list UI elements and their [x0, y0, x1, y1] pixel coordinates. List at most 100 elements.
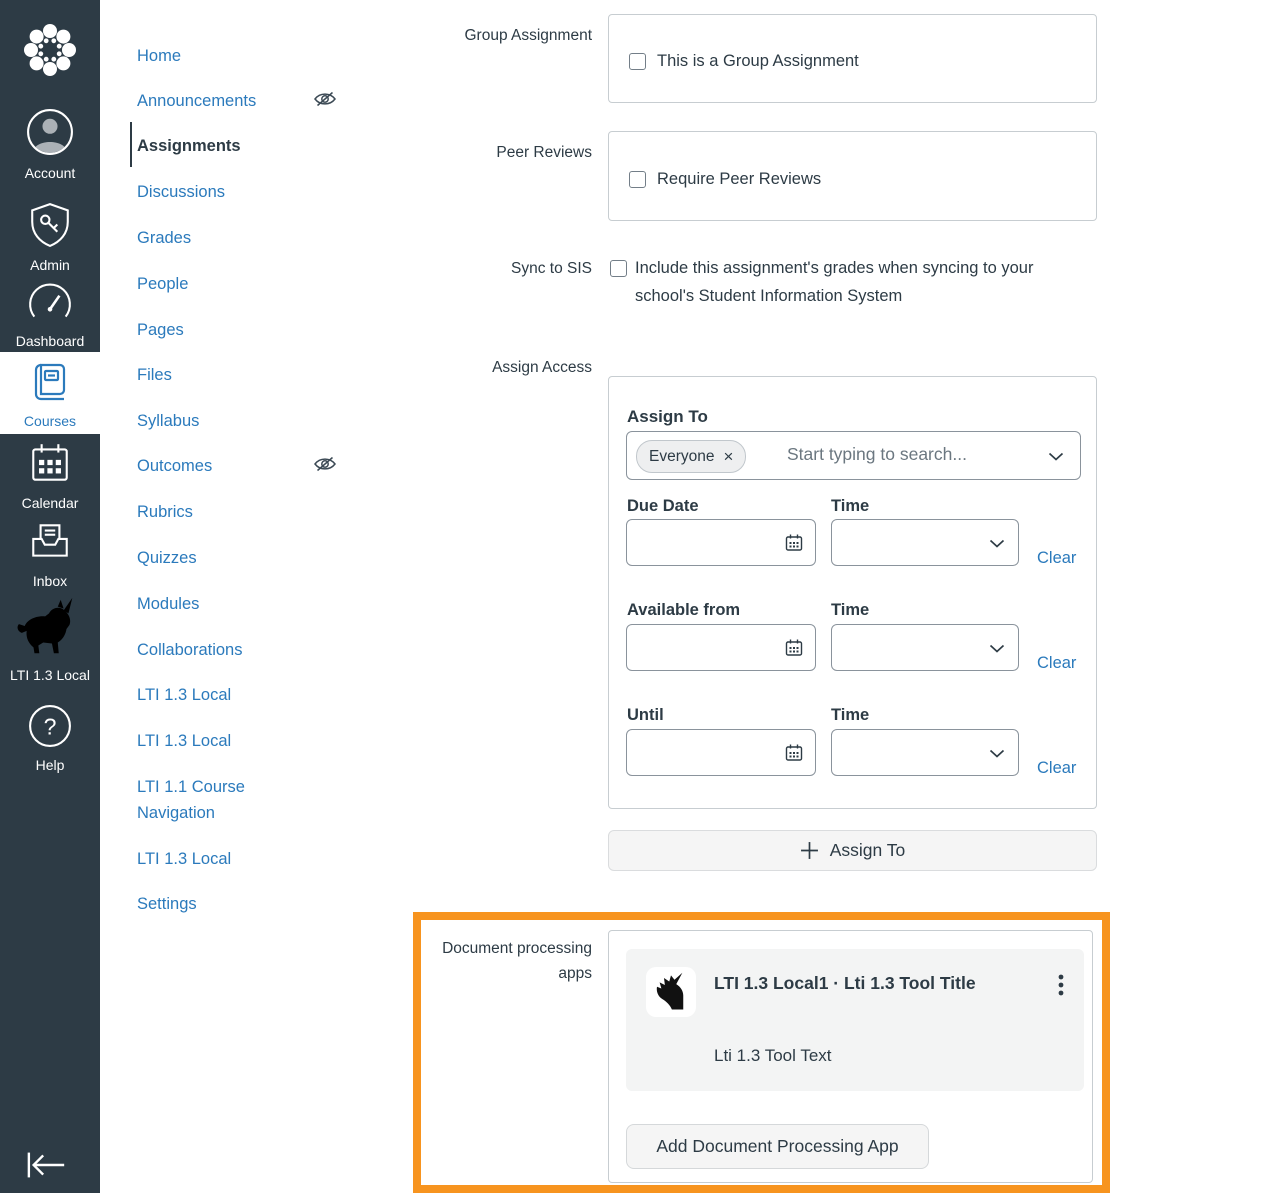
- course-nav-lti-11-course-navigation[interactable]: LTI 1.1 Course Navigation: [137, 774, 279, 826]
- sidebar-item-label: Dashboard: [15, 333, 85, 349]
- sidebar-item-label: Account: [24, 165, 76, 181]
- nav-label: Pages: [137, 321, 184, 339]
- due-date-input[interactable]: [626, 519, 816, 566]
- assign-to-heading: Assign To: [627, 407, 708, 426]
- assign-to-search-placeholder: Start typing to search...: [787, 444, 967, 464]
- sidebar-item-label: Calendar: [21, 495, 79, 511]
- course-nav-lti-13-local-3[interactable]: LTI 1.3 Local: [137, 846, 333, 872]
- remove-tag-icon[interactable]: ×: [723, 448, 733, 465]
- nav-label: Rubrics: [137, 503, 193, 521]
- global-nav-sidebar: Account Admin Dashboard Courses Calendar…: [0, 0, 100, 1193]
- until-label: Until: [627, 706, 664, 724]
- nav-label: LTI 1.3 Local: [137, 686, 232, 704]
- assignee-tag-everyone[interactable]: Everyone ×: [636, 440, 747, 473]
- add-document-processing-app-label: Add Document Processing App: [656, 1136, 899, 1156]
- sync-to-sis-checkbox[interactable]: [610, 260, 627, 277]
- course-nav-assignments[interactable]: Assignments: [137, 133, 333, 159]
- due-date-label: Due Date: [627, 497, 699, 515]
- document-processing-label: Document processing apps: [442, 940, 592, 982]
- course-nav-pages[interactable]: Pages: [137, 317, 333, 343]
- nav-label: LTI 1.3 Local: [137, 850, 232, 868]
- course-nav-people[interactable]: People: [137, 271, 333, 297]
- sidebar-item-calendar[interactable]: Calendar: [0, 440, 100, 511]
- sidebar-item-admin[interactable]: Admin: [0, 202, 100, 273]
- time-label: Time: [831, 706, 870, 724]
- nav-label: Modules: [137, 595, 200, 613]
- group-assignment-label: Group Assignment: [464, 27, 592, 44]
- hidden-eye-icon: [314, 456, 336, 472]
- nav-label: Home: [137, 47, 182, 65]
- sidebar-item-lti-13-local[interactable]: LTI 1.3 Local: [0, 596, 100, 683]
- nav-label: Grades: [137, 229, 192, 247]
- book-icon: [34, 363, 66, 401]
- kebab-menu-icon[interactable]: [1058, 974, 1064, 996]
- group-assignment-checkbox-label: This is a Group Assignment: [657, 52, 859, 70]
- avatar-icon: [27, 109, 73, 155]
- calendar-icon: [32, 444, 68, 481]
- lti-tool-description: Lti 1.3 Tool Text: [714, 1046, 832, 1065]
- course-nav-files[interactable]: Files: [137, 362, 333, 388]
- plus-icon: [800, 842, 818, 859]
- course-nav-modules[interactable]: Modules: [137, 591, 333, 617]
- add-document-processing-app-button[interactable]: Add Document Processing App: [626, 1124, 929, 1169]
- available-from-input[interactable]: [626, 624, 816, 671]
- until-input[interactable]: [626, 729, 816, 776]
- active-nav-indicator: [130, 122, 132, 167]
- available-from-time-select[interactable]: [831, 624, 1019, 671]
- until-clear-link[interactable]: Clear: [1037, 759, 1076, 778]
- course-nav-quizzes[interactable]: Quizzes: [137, 545, 333, 571]
- course-nav-outcomes[interactable]: Outcomes: [137, 453, 336, 479]
- sidebar-item-label: Inbox: [32, 573, 68, 589]
- group-assignment-checkbox[interactable]: [629, 53, 646, 70]
- time-label: Time: [831, 601, 870, 619]
- peer-reviews-box: Require Peer Reviews: [608, 131, 1097, 221]
- peer-reviews-label: Peer Reviews: [496, 144, 592, 161]
- sidebar-item-courses[interactable]: Courses: [0, 352, 100, 434]
- until-time-select[interactable]: [831, 729, 1019, 776]
- course-nav-announcements[interactable]: Announcements: [137, 88, 336, 114]
- course-nav-lti-13-local-1[interactable]: LTI 1.3 Local: [137, 682, 333, 708]
- course-nav-settings[interactable]: Settings: [137, 891, 333, 917]
- course-nav-rubrics[interactable]: Rubrics: [137, 499, 333, 525]
- group-assignment-box: This is a Group Assignment: [608, 14, 1097, 103]
- course-nav-syllabus[interactable]: Syllabus: [137, 408, 333, 434]
- peer-reviews-checkbox-row: Require Peer Reviews: [629, 170, 821, 189]
- nav-label: Assignments: [137, 137, 241, 155]
- add-assign-to-button[interactable]: Assign To: [608, 830, 1097, 871]
- document-processing-highlight-box: Document processing apps LTI 1.3 Local1 …: [413, 912, 1110, 1193]
- time-label: Time: [831, 497, 870, 515]
- nav-label: LTI 1.3 Local: [137, 732, 232, 750]
- nav-label: LTI 1.1 Course Navigation: [137, 778, 245, 822]
- assignee-tag-label: Everyone: [649, 447, 715, 465]
- sidebar-item-label: Admin: [30, 257, 70, 273]
- collapse-sidebar-icon[interactable]: [26, 1150, 68, 1180]
- nav-label: Quizzes: [137, 549, 197, 567]
- nav-label: Discussions: [137, 183, 226, 201]
- nav-label: Announcements: [137, 92, 257, 110]
- unicorn-icon: [17, 597, 73, 654]
- shield-key-icon: [31, 202, 69, 248]
- sync-to-sis-checkbox-label: Include this assignment's grades when sy…: [635, 259, 1034, 305]
- available-from-clear-link[interactable]: Clear: [1037, 654, 1076, 673]
- sidebar-item-dashboard[interactable]: Dashboard: [0, 282, 100, 349]
- sidebar-item-inbox[interactable]: Inbox: [0, 518, 100, 589]
- assign-access-label: Assign Access: [492, 359, 592, 376]
- nav-label: Outcomes: [137, 457, 213, 475]
- nav-label: People: [137, 275, 189, 293]
- group-assignment-checkbox-row: This is a Group Assignment: [629, 52, 859, 71]
- course-nav-grades[interactable]: Grades: [137, 225, 333, 251]
- assign-to-combobox[interactable]: Everyone × Start typing to search...: [626, 431, 1081, 480]
- nav-label: Syllabus: [137, 412, 200, 430]
- due-time-select[interactable]: [831, 519, 1019, 566]
- gauge-icon: [29, 283, 71, 318]
- calendar-icon: [785, 639, 803, 656]
- sidebar-item-account[interactable]: Account: [0, 108, 100, 181]
- course-nav-discussions[interactable]: Discussions: [137, 179, 333, 205]
- unicorn-head-icon: [656, 972, 684, 1010]
- course-nav-lti-13-local-2[interactable]: LTI 1.3 Local: [137, 728, 333, 754]
- sidebar-item-help[interactable]: ? Help: [0, 704, 100, 773]
- course-nav-home[interactable]: Home: [137, 43, 333, 69]
- peer-reviews-checkbox[interactable]: [629, 171, 646, 188]
- due-date-clear-link[interactable]: Clear: [1037, 549, 1076, 568]
- course-nav-collaborations[interactable]: Collaborations: [137, 637, 333, 663]
